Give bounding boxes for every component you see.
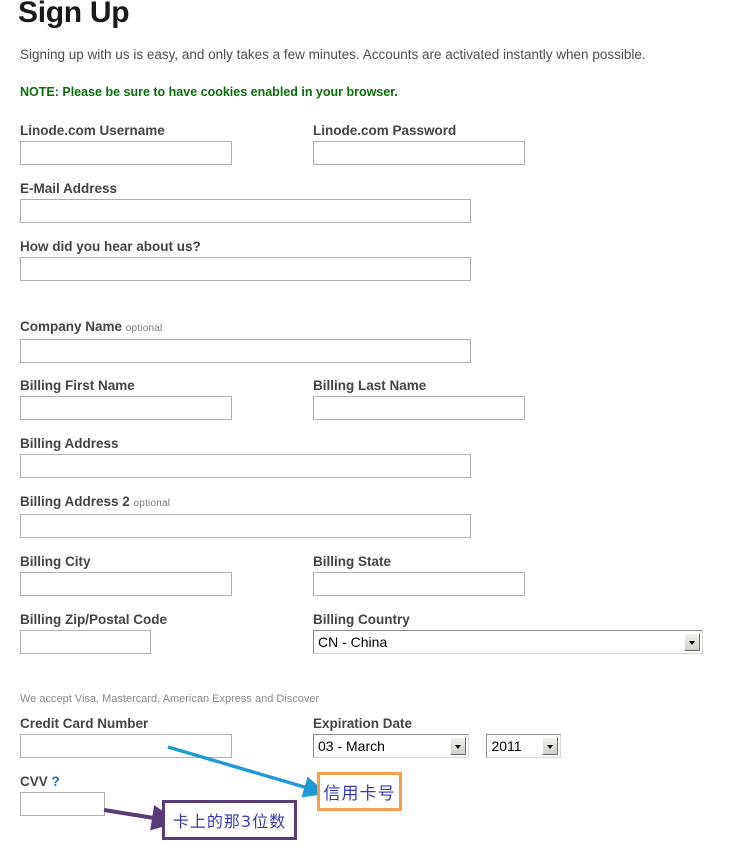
expiration-month-value: 03 - March: [318, 738, 385, 754]
accepted-cards-note: We accept Visa, Mastercard, American Exp…: [20, 693, 320, 705]
billing-address-input[interactable]: [20, 454, 471, 478]
signup-page: Sign Up Signing up with us is easy, and …: [0, 0, 734, 846]
field-credit-card-number: Credit Card Number: [20, 716, 232, 758]
billing-address2-optional-tag: optional: [133, 498, 171, 509]
billing-country-selected-value: CN - China: [318, 634, 388, 650]
field-billing-zip: Billing Zip/Postal Code: [20, 612, 167, 654]
expiration-date-label: Expiration Date: [313, 716, 413, 731]
credit-card-number-input[interactable]: [20, 734, 232, 758]
company-label: Company Name optional: [20, 319, 471, 337]
billing-zip-input[interactable]: [20, 630, 151, 654]
billing-country-select[interactable]: CN - China: [313, 630, 703, 654]
field-billing-country: Billing Country CN - China: [313, 612, 703, 654]
field-referral: How did you hear about us?: [20, 239, 471, 281]
email-input[interactable]: [20, 199, 471, 223]
cvv-input[interactable]: [20, 792, 105, 816]
page-title: Sign Up: [18, 0, 130, 29]
chevron-down-icon[interactable]: [684, 633, 700, 651]
field-company: Company Name optional: [20, 319, 471, 363]
credit-card-number-label: Credit Card Number: [20, 716, 149, 731]
field-username: Linode.com Username: [20, 123, 232, 165]
email-label: E-Mail Address: [20, 181, 118, 196]
field-billing-first-name: Billing First Name: [20, 378, 232, 420]
billing-address2-label: Billing Address 2 optional: [20, 494, 471, 512]
billing-state-input[interactable]: [313, 572, 525, 596]
billing-address2-label-text: Billing Address 2: [20, 494, 130, 509]
annotation-credit-card-note: 信用卡号: [317, 772, 402, 811]
billing-city-label: Billing City: [20, 554, 91, 569]
billing-last-name-label: Billing Last Name: [313, 378, 427, 393]
annotation-cvv-text: 卡上的那3位数: [172, 812, 287, 831]
username-input[interactable]: [20, 141, 232, 165]
expiration-year-value: 2011: [491, 738, 522, 754]
field-password: Linode.com Password: [313, 123, 525, 165]
field-email: E-Mail Address: [20, 181, 471, 223]
billing-last-name-input[interactable]: [313, 396, 525, 420]
company-optional-tag: optional: [125, 323, 163, 334]
cvv-label: CVV ?: [20, 774, 105, 790]
arrow-to-cvv-note: [103, 805, 180, 831]
expiration-month-select[interactable]: 03 - March: [313, 734, 469, 758]
billing-first-name-label: Billing First Name: [20, 378, 135, 393]
referral-label: How did you hear about us?: [20, 239, 201, 254]
field-billing-address: Billing Address: [20, 436, 471, 478]
chevron-down-icon[interactable]: [450, 737, 466, 755]
company-input[interactable]: [20, 339, 471, 363]
field-billing-last-name: Billing Last Name: [313, 378, 525, 420]
chevron-down-icon[interactable]: [542, 737, 559, 755]
cvv-label-text: CVV: [20, 774, 48, 789]
password-label: Linode.com Password: [313, 123, 457, 138]
cvv-help-icon[interactable]: ?: [52, 774, 60, 789]
intro-text: Signing up with us is easy, and only tak…: [20, 47, 646, 62]
field-billing-state: Billing State: [313, 554, 525, 596]
billing-city-input[interactable]: [20, 572, 232, 596]
annotation-credit-card-text: 信用卡号: [323, 784, 396, 804]
cookies-note: NOTE: Please be sure to have cookies ena…: [20, 85, 398, 99]
billing-address-label: Billing Address: [20, 436, 119, 451]
username-label: Linode.com Username: [20, 123, 165, 138]
billing-zip-label: Billing Zip/Postal Code: [20, 612, 168, 627]
billing-first-name-input[interactable]: [20, 396, 232, 420]
field-billing-city: Billing City: [20, 554, 232, 596]
billing-address2-input[interactable]: [20, 514, 471, 538]
field-expiration-date: Expiration Date 03 - March 2011: [313, 716, 562, 758]
expiration-year-select[interactable]: 2011: [486, 734, 562, 758]
field-cvv: CVV ?: [20, 774, 105, 816]
billing-state-label: Billing State: [313, 554, 392, 569]
referral-input[interactable]: [20, 257, 471, 281]
field-billing-address2: Billing Address 2 optional: [20, 494, 471, 538]
password-input[interactable]: [313, 141, 525, 165]
annotation-cvv-note: 卡上的那3位数: [162, 800, 297, 840]
company-label-text: Company Name: [20, 319, 123, 334]
billing-country-label: Billing Country: [313, 612, 410, 627]
